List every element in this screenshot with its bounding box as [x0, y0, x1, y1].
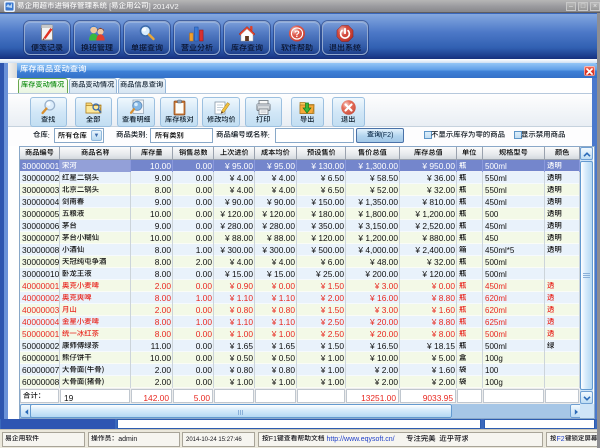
svg-text:?: ?: [294, 29, 300, 40]
